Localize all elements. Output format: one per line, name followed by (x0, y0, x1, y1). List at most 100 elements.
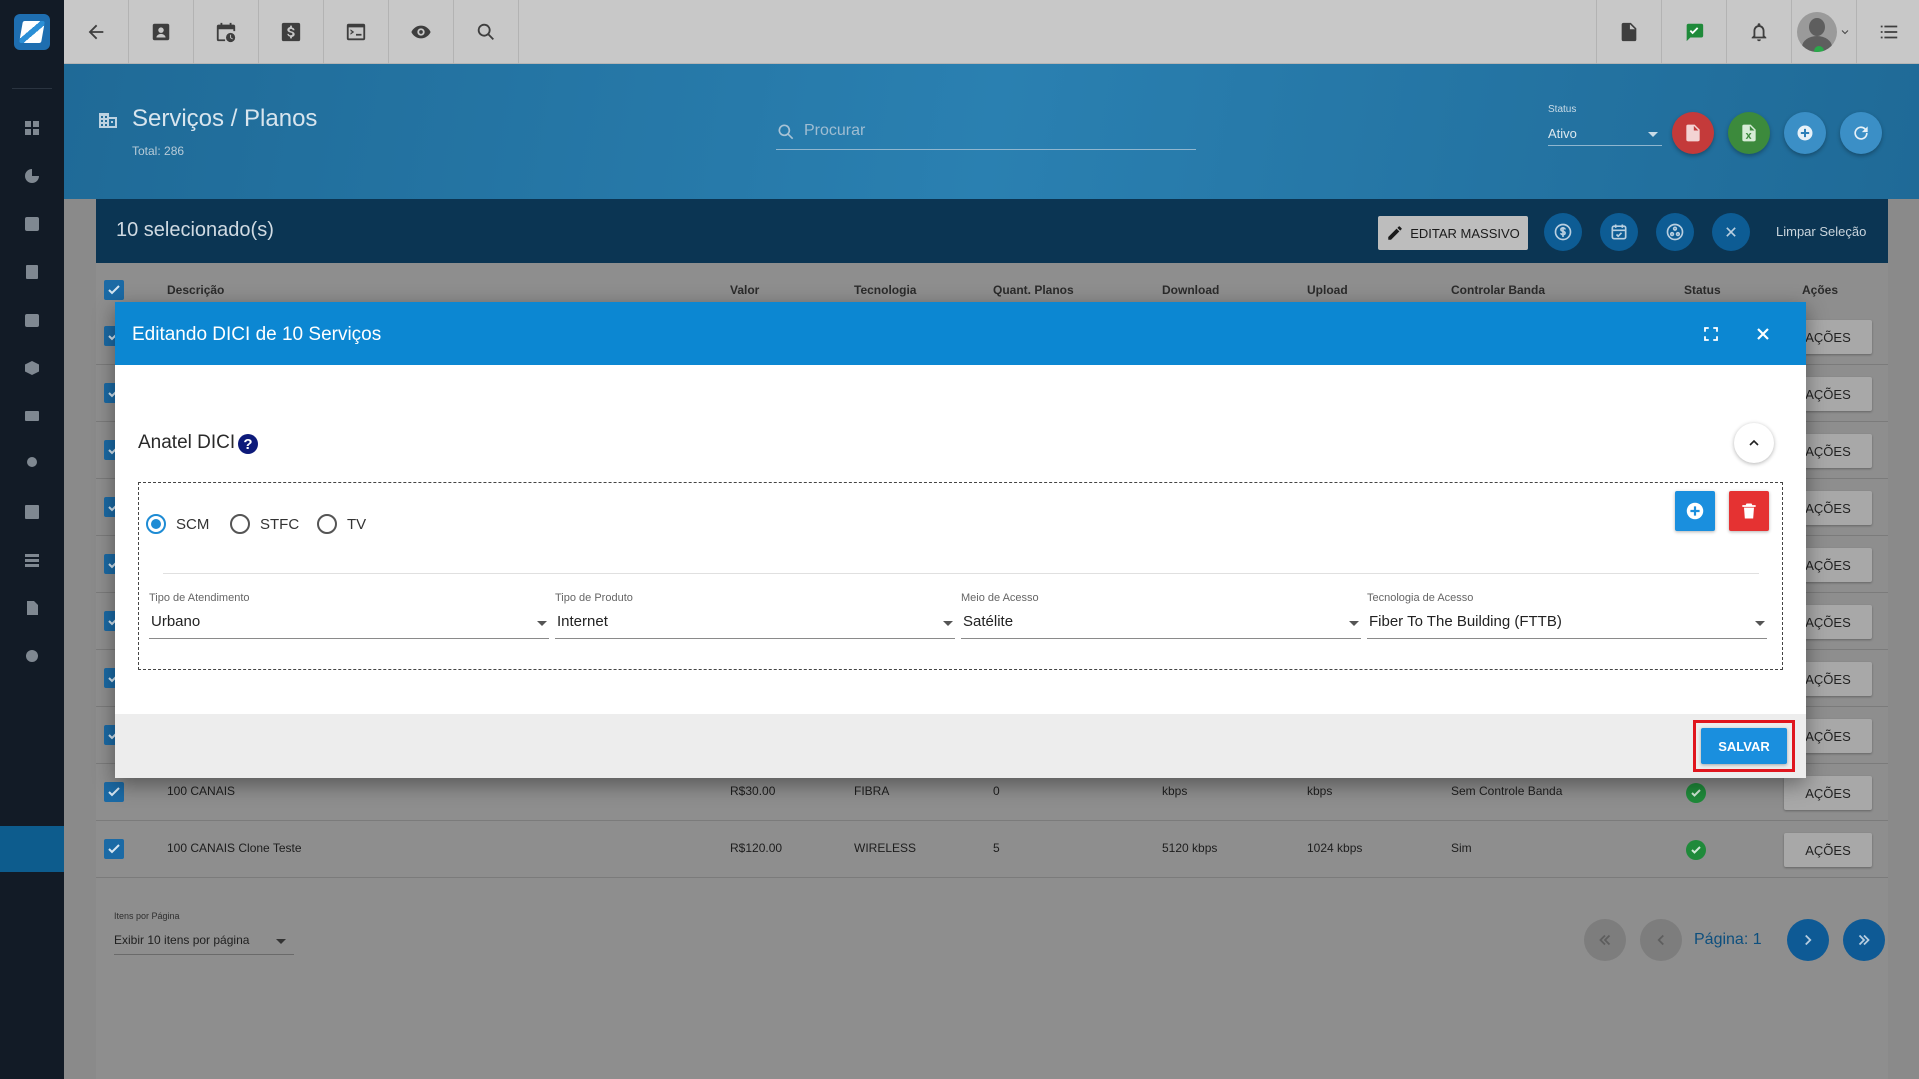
finance-button[interactable] (259, 0, 324, 64)
dropdown-caret-icon (1648, 132, 1658, 137)
book-icon[interactable] (22, 262, 42, 282)
selection-count: 10 selecionado(s) (116, 219, 274, 241)
row-checkbox[interactable] (104, 782, 124, 802)
chart-pie-icon[interactable] (22, 166, 42, 186)
location-icon[interactable] (22, 454, 42, 474)
calendar-clock-icon[interactable] (22, 310, 42, 330)
radio-button[interactable] (146, 514, 166, 534)
dropdown-caret-icon (1755, 621, 1765, 626)
row-actions-button[interactable]: AÇÕES (1784, 776, 1872, 810)
checkmark-icon (108, 844, 120, 854)
fullscreen-button[interactable] (1699, 322, 1723, 346)
help-icon[interactable]: ? (238, 434, 258, 454)
prev-page-button[interactable] (1640, 919, 1682, 961)
server-icon[interactable] (22, 550, 42, 570)
document-icon[interactable] (22, 598, 42, 618)
dici-entry: SCM STFC TV Tipo de Atendimento Urbano T… (138, 482, 1783, 670)
search-input[interactable] (804, 116, 1194, 146)
status-filter-value: Ativo (1548, 126, 1577, 141)
tipo-atendimento-select[interactable]: Urbano (149, 611, 549, 639)
contacts-icon[interactable] (22, 214, 42, 234)
column-header-download[interactable]: Download (1162, 283, 1219, 297)
export-pdf-button[interactable] (1672, 112, 1714, 154)
selection-bar: 10 selecionado(s) EDITAR MASSIVO Limpar … (96, 199, 1888, 263)
status-active-icon (1686, 783, 1706, 803)
cell-controlar-banda: Sim (1451, 841, 1472, 855)
clear-selection-link[interactable]: Limpar Seleção (1776, 224, 1866, 239)
meio-acesso-select[interactable]: Satélite (961, 611, 1361, 639)
row-checkbox[interactable] (104, 839, 124, 859)
column-header-valor[interactable]: Valor (730, 283, 759, 297)
collapse-section-button[interactable] (1734, 423, 1774, 463)
field-value: Internet (557, 613, 608, 630)
items-per-page-label: Itens por Página (114, 911, 180, 921)
messages-button[interactable] (1661, 0, 1726, 64)
mass-schedule-button[interactable] (1600, 213, 1638, 251)
edit-mass-button[interactable]: EDITAR MASSIVO (1378, 216, 1528, 250)
export-excel-button[interactable] (1728, 112, 1770, 154)
column-header-status[interactable]: Status (1684, 283, 1721, 297)
next-page-button[interactable] (1787, 919, 1829, 961)
trash-icon (1742, 503, 1756, 519)
row-actions-button[interactable]: AÇÕES (1784, 833, 1872, 867)
contacts-button[interactable] (129, 0, 194, 64)
back-button[interactable] (64, 0, 129, 64)
user-menu[interactable] (1791, 0, 1856, 64)
column-header-controlar-banda[interactable]: Controlar Banda (1451, 283, 1545, 297)
column-header-tecnologia[interactable]: Tecnologia (854, 283, 916, 297)
radio-button[interactable] (317, 514, 337, 534)
app-logo[interactable] (14, 14, 50, 50)
calendar-clock-icon (216, 22, 236, 43)
column-header-upload[interactable]: Upload (1307, 283, 1348, 297)
money-icon[interactable] (22, 406, 42, 426)
cell-upload: 1024 kbps (1307, 841, 1363, 855)
schedule-button[interactable] (194, 0, 259, 64)
main-menu-button[interactable] (1856, 0, 1919, 64)
radio-stfc[interactable]: STFC (230, 514, 299, 534)
dashboard-icon[interactable] (22, 118, 42, 138)
close-dialog-button[interactable] (1751, 322, 1775, 346)
arrow-left-icon (88, 24, 104, 40)
first-page-button[interactable] (1584, 919, 1626, 961)
settings-icon[interactable] (22, 646, 42, 666)
radio-button[interactable] (230, 514, 250, 534)
sidebar-active-item[interactable] (0, 826, 64, 872)
toolbar-search-button[interactable] (454, 0, 519, 64)
chevron-down-icon (1841, 30, 1849, 35)
sidebar (0, 0, 64, 1079)
cell-upload: kbps (1307, 784, 1333, 798)
column-header-quant-planos[interactable]: Quant. Planos (993, 283, 1074, 297)
radio-tv[interactable]: TV (317, 514, 366, 534)
tipo-produto-select[interactable]: Internet (555, 611, 955, 639)
delete-dici-button[interactable] (1729, 491, 1769, 531)
mass-cancel-button[interactable] (1712, 213, 1750, 251)
cell-controlar-banda: Sem Controle Banda (1451, 784, 1563, 798)
items-per-page-select[interactable]: Exibir 10 itens por página (114, 929, 294, 955)
last-page-button[interactable] (1843, 919, 1885, 961)
dollar-icon (281, 22, 301, 42)
status-filter-label: Status (1548, 104, 1577, 115)
mass-network-button[interactable] (1656, 213, 1694, 251)
column-header-descricao[interactable]: Descrição (167, 283, 224, 297)
view-button[interactable] (389, 0, 454, 64)
meio-acesso-field: Meio de Acesso Satélite (961, 592, 1361, 639)
add-dici-button[interactable] (1675, 491, 1715, 531)
cell-quant-planos: 5 (993, 841, 1000, 855)
box-icon[interactable] (22, 358, 42, 378)
tecnologia-acesso-select[interactable]: Fiber To The Building (FTTB) (1367, 611, 1767, 639)
status-filter-select[interactable]: Ativo (1548, 120, 1662, 146)
notifications-button[interactable] (1726, 0, 1791, 64)
list-icon[interactable] (22, 502, 42, 522)
terminal-button[interactable] (324, 0, 389, 64)
checkmark-icon (108, 285, 120, 295)
tipo-atendimento-field: Tipo de Atendimento Urbano (149, 592, 549, 639)
cell-download: 5120 kbps (1162, 841, 1218, 855)
refresh-button[interactable] (1840, 112, 1882, 154)
pencil-icon (1388, 226, 1402, 240)
select-all-checkbox[interactable] (104, 280, 124, 300)
save-button[interactable]: SALVAR (1701, 728, 1787, 764)
radio-scm[interactable]: SCM (146, 514, 209, 534)
add-service-button[interactable] (1784, 112, 1826, 154)
mass-price-button[interactable] (1544, 213, 1582, 251)
pdf-button[interactable] (1596, 0, 1661, 64)
